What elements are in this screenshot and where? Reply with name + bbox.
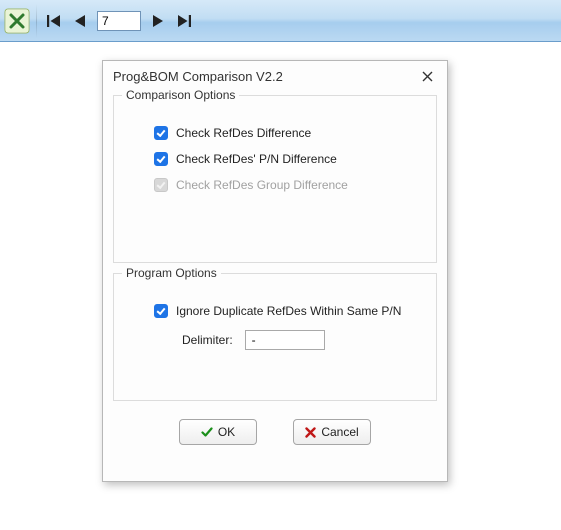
toolbar: [0, 0, 561, 42]
checkbox-icon: [154, 126, 168, 140]
first-page-button[interactable]: [41, 6, 67, 36]
delimiter-label: Delimiter:: [182, 333, 233, 347]
dialog-buttons: OK Cancel: [103, 419, 447, 445]
group-title: Program Options: [122, 266, 221, 280]
checkbox-row-ignore-duplicate[interactable]: Ignore Duplicate RefDes Within Same P/N: [154, 304, 424, 318]
comparison-options-group: Comparison Options Check RefDes Differen…: [113, 95, 437, 263]
checkbox-label: Check RefDes' P/N Difference: [176, 152, 337, 166]
titlebar: Prog&BOM Comparison V2.2: [103, 61, 447, 91]
checkbox-icon: [154, 304, 168, 318]
dialog-title: Prog&BOM Comparison V2.2: [113, 69, 413, 84]
checkbox-row-pn-difference[interactable]: Check RefDes' P/N Difference: [154, 152, 424, 166]
checkbox-label: Check RefDes Group Difference: [176, 178, 348, 192]
checkbox-row-group-difference: Check RefDes Group Difference: [154, 178, 424, 192]
cancel-button[interactable]: Cancel: [293, 419, 371, 445]
checkbox-icon: [154, 178, 168, 192]
close-button[interactable]: [413, 65, 441, 87]
close-icon: [422, 71, 433, 82]
prev-page-button[interactable]: [67, 6, 93, 36]
check-icon: [201, 426, 213, 438]
checkbox-label: Ignore Duplicate RefDes Within Same P/N: [176, 304, 401, 318]
delimiter-input[interactable]: [245, 330, 325, 350]
button-label: Cancel: [321, 425, 358, 439]
checkbox-label: Check RefDes Difference: [176, 126, 311, 140]
last-page-button[interactable]: [171, 6, 197, 36]
dialog: Prog&BOM Comparison V2.2 Comparison Opti…: [102, 60, 448, 482]
checkbox-row-refdes-difference[interactable]: Check RefDes Difference: [154, 126, 424, 140]
app-icon: [4, 8, 30, 34]
checkbox-icon: [154, 152, 168, 166]
delimiter-field: Delimiter:: [182, 330, 424, 350]
group-title: Comparison Options: [122, 88, 239, 102]
ok-button[interactable]: OK: [179, 419, 257, 445]
program-options-group: Program Options Ignore Duplicate RefDes …: [113, 273, 437, 401]
next-page-button[interactable]: [145, 6, 171, 36]
x-icon: [305, 427, 316, 438]
button-label: OK: [218, 425, 235, 439]
page-number-input[interactable]: [97, 11, 141, 31]
